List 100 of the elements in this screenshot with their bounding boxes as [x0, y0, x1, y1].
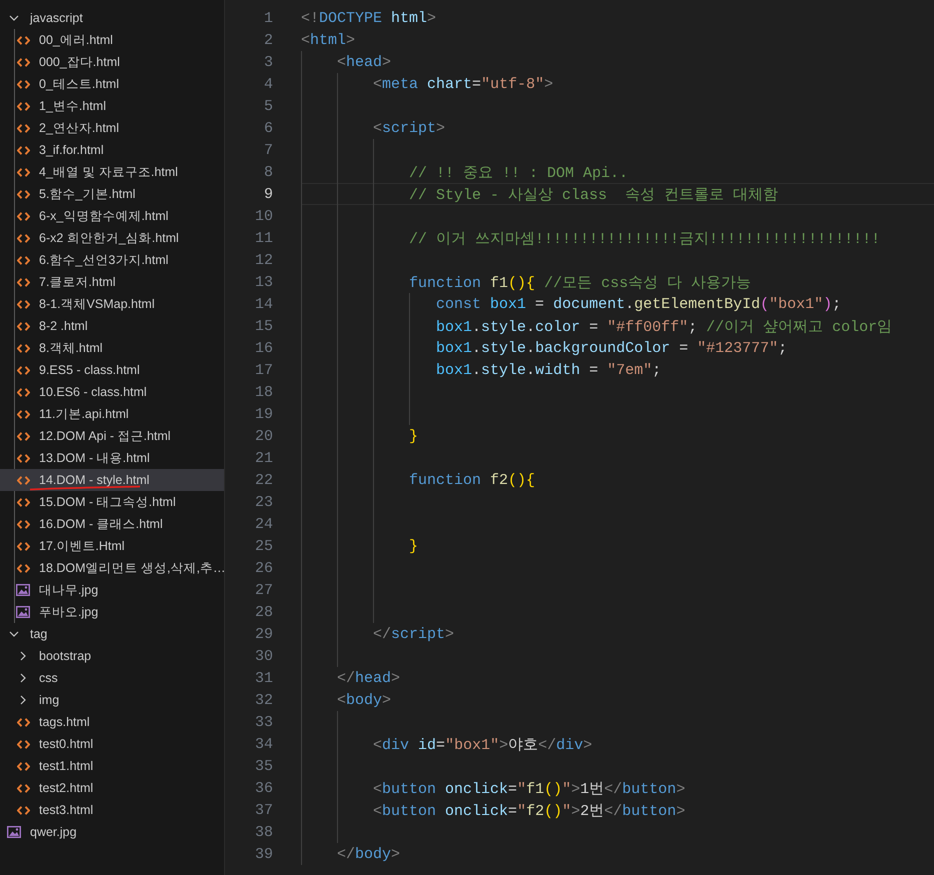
file-item[interactable]: 2_연산자.html [0, 117, 224, 139]
line-number: 9 [262, 186, 273, 202]
file-item[interactable]: 11.기본.api.html [0, 403, 224, 425]
code-brackets-icon [16, 80, 30, 88]
line-number: 20 [254, 428, 273, 444]
file-item[interactable]: 17.이벤트.Html [0, 535, 224, 557]
file-item[interactable]: tags.html [0, 711, 224, 733]
file-item[interactable]: test0.html [0, 733, 224, 755]
folder-item[interactable]: bootstrap [0, 645, 224, 667]
line-number: 2 [262, 32, 273, 48]
file-item[interactable]: 8.객체.html [0, 337, 224, 359]
file-item[interactable]: 4_배열 및 자료구조.html [0, 161, 224, 183]
code-line: } [408, 428, 418, 444]
line-number: 31 [254, 670, 273, 686]
line-number: 26 [254, 560, 273, 576]
file-item[interactable]: 3_if.for.html [0, 139, 224, 161]
line-number: 35 [254, 758, 273, 774]
line-number: 22 [254, 472, 273, 488]
file-item[interactable]: 16.DOM - 클래스.html [0, 513, 224, 535]
folder-item[interactable]: css [0, 667, 224, 689]
code-line: <head> [336, 54, 392, 70]
line-number: 18 [254, 384, 273, 400]
code-line: // Style - 사실상 class 속성 컨트롤로 대체함 [408, 186, 778, 204]
code-brackets-icon [16, 322, 30, 330]
code-line: </script> [372, 626, 454, 642]
line-number: 36 [254, 780, 273, 796]
file-item[interactable]: 18.DOM엘리먼트 생성,삭제,추… [0, 557, 224, 579]
code-brackets-icon [16, 146, 30, 154]
code-line: <html> [301, 32, 356, 48]
line-number: 12 [254, 252, 273, 268]
chevron-down-icon [9, 629, 19, 639]
file-item[interactable]: 5.함수_기본.html [0, 183, 224, 205]
code-line: <body> [336, 692, 392, 708]
code-line: function f1(){ //모든 css속성 다 사용가능 [408, 274, 752, 292]
code-line: // !! 중요 !! : DOM Api.. [408, 164, 628, 182]
code-brackets-icon [16, 454, 30, 462]
file-item[interactable]: 15.DOM - 태그속성.html [0, 491, 224, 513]
code-brackets-icon [16, 124, 30, 132]
code-brackets-icon [16, 410, 30, 418]
file-item[interactable]: 8-2 .html [0, 315, 224, 337]
code-brackets-icon [16, 740, 30, 748]
line-number: 13 [254, 274, 273, 290]
code-brackets-icon [16, 58, 30, 66]
file-item[interactable]: 8-1.객체VSMap.html [0, 293, 224, 315]
folder-item[interactable]: javascript [0, 7, 224, 29]
file-item[interactable]: 푸바오.jpg [0, 601, 224, 623]
code-line: </head> [336, 670, 400, 686]
line-number: 17 [254, 362, 273, 378]
file-item[interactable]: 12.DOM Api - 접근.html [0, 425, 224, 447]
file-item[interactable]: qwer.jpg [0, 821, 224, 843]
code-line: } [408, 538, 418, 554]
code-brackets-icon [16, 542, 30, 550]
chevron-right-icon [18, 651, 28, 661]
line-number: 5 [262, 98, 273, 114]
chevron-right-icon [18, 695, 28, 705]
line-number: 21 [254, 450, 273, 466]
code-line: box1.style.backgroundColor = "#123777"; [435, 340, 788, 356]
image-icon [16, 584, 30, 596]
folder-item[interactable]: tag [0, 623, 224, 645]
code-line: <script> [372, 120, 446, 136]
file-item[interactable]: 9.ES5 - class.html [0, 359, 224, 381]
file-item[interactable]: 14.DOM - style.html [0, 469, 224, 491]
file-item[interactable]: 7.클로저.html [0, 271, 224, 293]
file-item[interactable]: 6.함수_선언3가지.html [0, 249, 224, 271]
code-line: box1.style.color = "#ff00ff"; //이거 샾어쩌고 color임 [435, 318, 892, 336]
file-item[interactable]: 6-x_익명함수예제.html [0, 205, 224, 227]
code-brackets-icon [16, 718, 30, 726]
line-number: 1 [262, 10, 273, 26]
folder-item[interactable]: img [0, 689, 224, 711]
code-brackets-icon [16, 476, 30, 484]
file-item[interactable]: 6-x2 희안한거_심화.html [0, 227, 224, 249]
code-brackets-icon [16, 344, 30, 352]
file-item[interactable]: 10.ES6 - class.html [0, 381, 224, 403]
code-brackets-icon [16, 762, 30, 770]
code-line: <meta chart="utf-8"> [372, 76, 554, 92]
line-number: 6 [262, 120, 273, 136]
code-brackets-icon [16, 36, 30, 44]
code-brackets-icon [16, 212, 30, 220]
file-item[interactable]: 00_에러.html [0, 29, 224, 51]
line-number: 8 [262, 164, 273, 180]
line-number: 30 [254, 648, 273, 664]
file-item[interactable]: 대나무.jpg [0, 579, 224, 601]
file-item[interactable]: test2.html [0, 777, 224, 799]
code-line: // 이거 쓰지마셈!!!!!!!!!!!!!!!!금지!!!!!!!!!!!!!!!!!!! [408, 230, 880, 248]
line-number: 34 [254, 736, 273, 752]
code-brackets-icon [16, 234, 30, 242]
code-brackets-icon [16, 784, 30, 792]
code-line: function f2(){ [408, 472, 536, 488]
code-brackets-icon [16, 256, 30, 264]
file-item[interactable]: 000_잡다.html [0, 51, 224, 73]
line-number: 16 [254, 340, 273, 356]
line-number: 15 [254, 318, 273, 334]
file-item[interactable]: test1.html [0, 755, 224, 777]
file-item[interactable]: 13.DOM - 내용.html [0, 447, 224, 469]
file-item[interactable]: 1_변수.html [0, 95, 224, 117]
file-item[interactable]: 0_테스트.html [0, 73, 224, 95]
line-number: 7 [262, 142, 273, 158]
code-brackets-icon [16, 520, 30, 528]
file-item[interactable]: test3.html [0, 799, 224, 821]
code-brackets-icon [16, 432, 30, 440]
